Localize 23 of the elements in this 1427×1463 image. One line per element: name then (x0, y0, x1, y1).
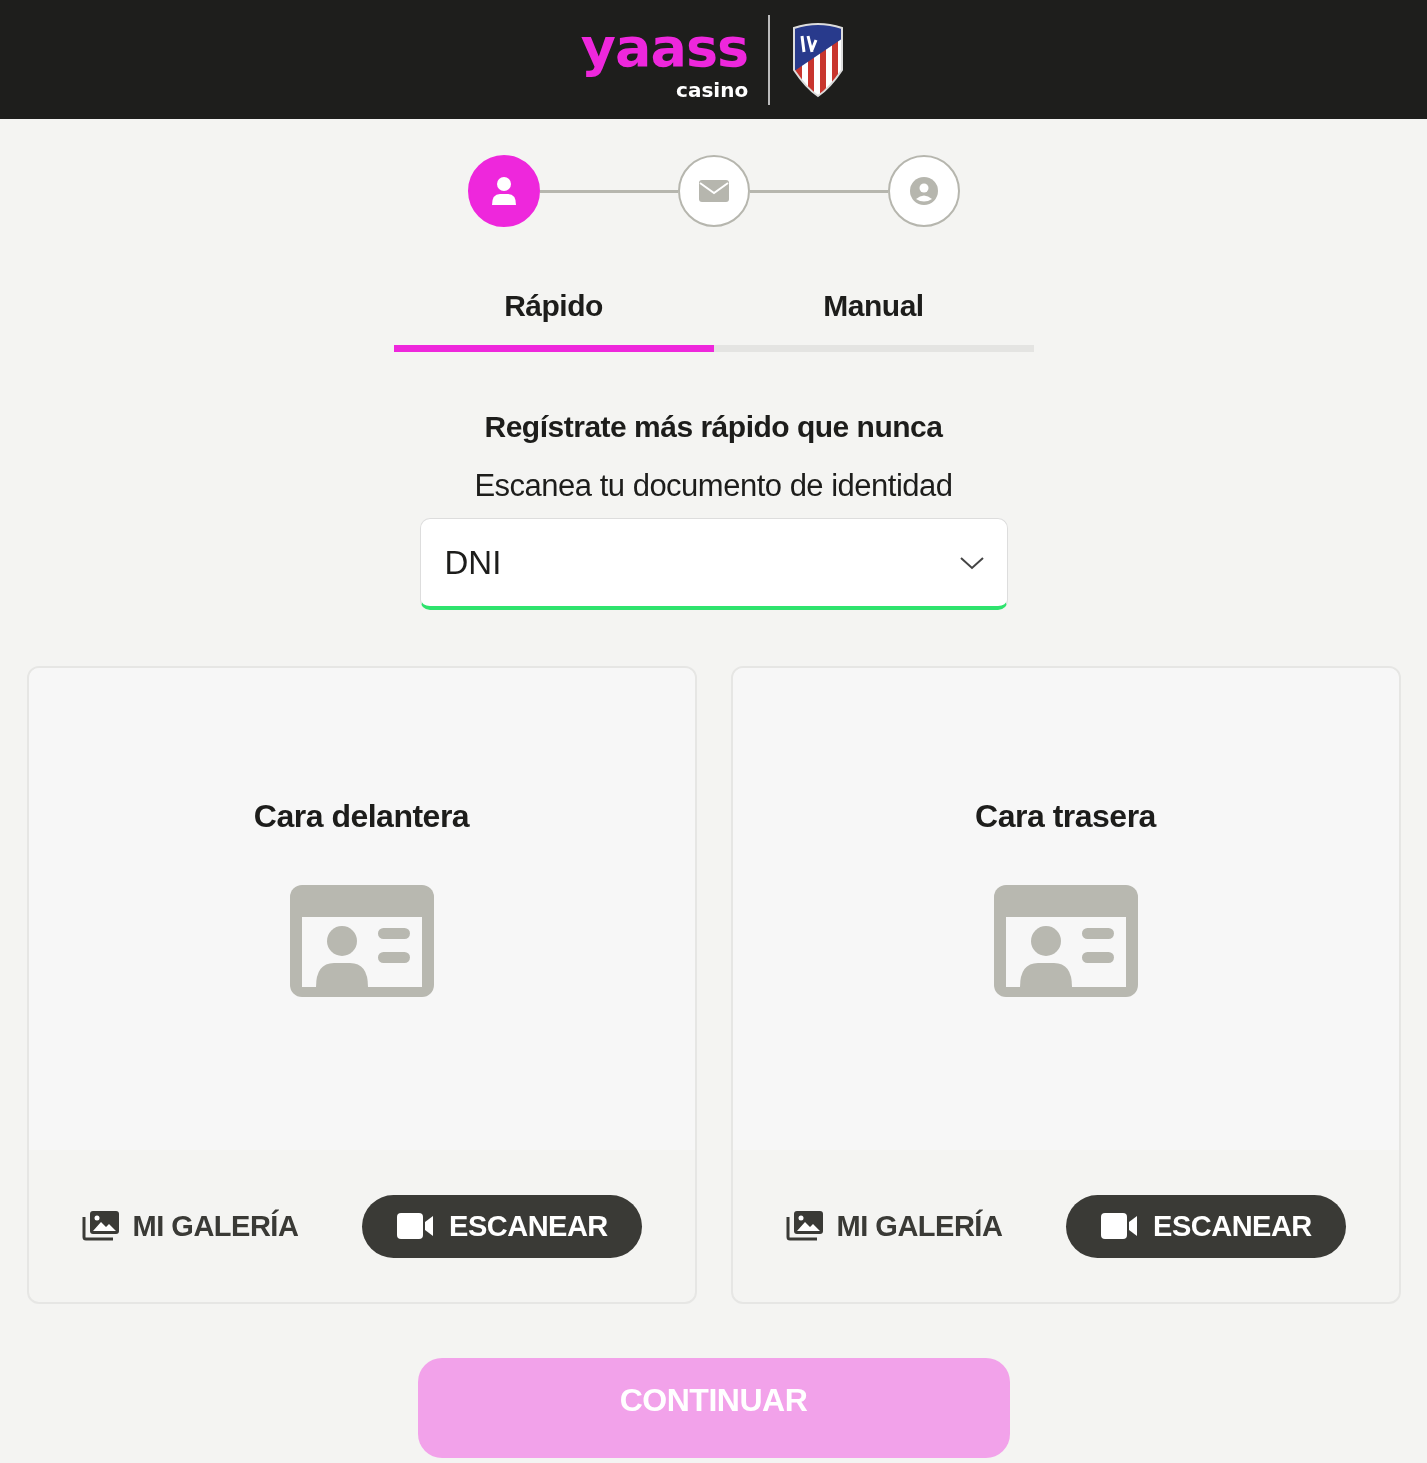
gallery-button[interactable]: MI GALERÍA (80, 1209, 299, 1243)
video-camera-icon (397, 1213, 436, 1239)
person-icon (490, 177, 517, 205)
logo-text: yaass (580, 16, 749, 80)
tab[interactable]: Manual (713, 289, 1034, 352)
account-icon (909, 177, 938, 205)
chevron-down-icon (958, 554, 985, 571)
video-camera-icon (1101, 1213, 1140, 1239)
envelope-icon (698, 180, 729, 202)
scan-button[interactable]: ESCANEAR (1066, 1194, 1347, 1258)
document-select[interactable]: DNI (419, 518, 1008, 610)
id-card-icon (993, 885, 1138, 997)
subheading: Escanea tu documento de identidad (474, 468, 953, 504)
gallery-button[interactable]: MI GALERÍA (784, 1209, 1003, 1243)
images-icon (80, 1211, 119, 1241)
card-title: Cara trasera (975, 798, 1156, 835)
logo-subtext: casino (676, 79, 749, 103)
id-card-icon (289, 885, 434, 997)
images-icon (784, 1211, 823, 1241)
scan-button[interactable]: ESCANEAR (362, 1194, 643, 1258)
tab[interactable]: Rápido (393, 289, 714, 352)
card-title: Cara delantera (253, 798, 470, 835)
heading: Regístrate más rápido que nunca (484, 410, 943, 444)
